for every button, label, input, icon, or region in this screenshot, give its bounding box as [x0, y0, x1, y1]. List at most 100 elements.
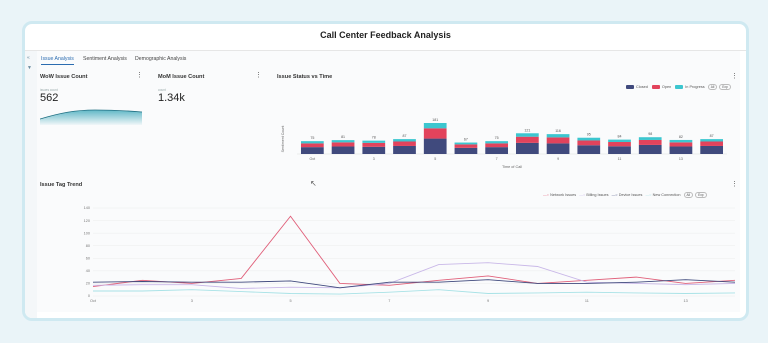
- bar-segment-open: [331, 142, 355, 147]
- bar-segment-closed: [423, 138, 447, 154]
- bar-segment-open: [700, 141, 724, 146]
- line-y-tick-label: 140: [84, 206, 90, 210]
- bar-segment-in-progress: [608, 139, 631, 143]
- bar-x-axis-title: Time of Call: [502, 165, 522, 169]
- bar-segment-in-progress: [546, 134, 570, 138]
- tab-demographic-analysis[interactable]: Demographic Analysis: [135, 56, 186, 62]
- bar-total-label: 87: [710, 134, 714, 138]
- status-all-button[interactable]: All: [707, 84, 718, 90]
- line-series-new-connection: [93, 289, 736, 295]
- line-y-tick-label: 120: [84, 219, 90, 223]
- bar-segment-in-progress: [577, 137, 601, 141]
- bar-segment-in-progress: [300, 141, 324, 144]
- legend-billing-marker: —○: [579, 193, 586, 197]
- line-series-network-issues: [92, 215, 736, 288]
- bar-segment-in-progress: [515, 133, 539, 137]
- bar-segment-closed: [546, 143, 570, 154]
- bar-total-label: 81: [341, 135, 345, 139]
- bar-total-label: 95: [587, 133, 591, 137]
- bar-segment-closed: [515, 142, 539, 154]
- bar-segment-closed: [454, 147, 478, 154]
- status-menu-icon[interactable]: ⋮: [731, 73, 738, 80]
- bar-total-label: 87: [403, 134, 407, 138]
- wow-sparkline: [40, 109, 142, 125]
- legend-device-marker: —○: [611, 193, 618, 197]
- bar-total-label: 67: [464, 138, 468, 142]
- sidebar: « ▼: [25, 51, 37, 318]
- dashboard-window: Call Center Feedback Analysis « ▼ Issue …: [22, 21, 749, 321]
- bar-segment-in-progress: [423, 123, 447, 129]
- wow-menu-icon[interactable]: ⋮: [136, 72, 143, 79]
- bar-segment-closed: [485, 147, 509, 154]
- status-bar-chart: 75 Oct 81 78 3 87 181 5 67 75 7 121 116 9 95 84 11 98 82 13…: [281, 118, 727, 169]
- bar-segment-in-progress: [362, 140, 386, 143]
- bar-segment-in-progress: [331, 140, 355, 143]
- bar-x-tick-label: 5: [434, 157, 436, 161]
- trend-line-chart: 0 20 40 60 80 100 120 140 Oct 3 5 7 9 11 13: [84, 206, 736, 303]
- line-y-tick-label: 0: [88, 294, 90, 298]
- trend-all-button[interactable]: All: [683, 192, 694, 198]
- legend-closed[interactable]: Closed: [626, 85, 648, 89]
- mom-card-title: MoM Issue Count: [158, 74, 205, 80]
- legend-network-marker: —○: [543, 193, 550, 197]
- line-y-tick-label: 20: [86, 282, 90, 286]
- bar-segment-open: [546, 137, 570, 144]
- bar-segment-closed: [362, 146, 386, 154]
- legend-in-progress[interactable]: In Progress: [675, 85, 705, 89]
- bar-x-tick-label: 11: [618, 157, 622, 161]
- bar-segment-closed: [300, 147, 324, 154]
- bar-segment-in-progress: [393, 139, 416, 142]
- bar-total-label: 78: [372, 136, 376, 140]
- bar-segment-open: [423, 128, 447, 139]
- trend-chart-title: Issue Tag Trend: [40, 182, 83, 188]
- legend-in-progress-swatch: [675, 85, 684, 89]
- line-y-tick-label: 100: [84, 231, 90, 235]
- bar-segment-open: [393, 141, 416, 146]
- bar-segment-in-progress: [485, 141, 509, 144]
- mom-menu-icon[interactable]: ⋮: [255, 72, 262, 79]
- collapse-icon[interactable]: «: [27, 55, 30, 61]
- bar-total-label: 98: [648, 132, 652, 136]
- legend-billing[interactable]: —○ Billing Issues: [579, 193, 608, 197]
- line-y-tick-label: 40: [86, 269, 90, 273]
- line-x-tick-label: 5: [289, 299, 291, 303]
- bar-total-label: 82: [679, 135, 683, 139]
- bar-x-tick-label: Oct: [310, 157, 316, 161]
- line-x-tick-label: Oct: [90, 299, 97, 303]
- status-chart-title: Issue Status vs Time: [277, 74, 333, 80]
- line-x-tick-label: 9: [487, 299, 489, 303]
- trend-export-button[interactable]: Exp: [695, 192, 707, 198]
- legend-open[interactable]: Open: [651, 85, 671, 89]
- legend-network[interactable]: —○ Network Issues: [543, 193, 576, 197]
- bar-x-tick-label: 9: [557, 157, 559, 161]
- trend-legend: —○ Network Issues —○ Billing Issues —○ D…: [543, 192, 707, 198]
- bar-x-tick-label: 7: [496, 157, 498, 161]
- tab-issue-analysis[interactable]: Issue Analysis: [41, 56, 74, 65]
- bar-segment-open: [454, 144, 478, 148]
- bar-segment-open: [485, 143, 509, 148]
- bar-segment-open: [515, 136, 539, 143]
- bar-segment-closed: [577, 145, 601, 154]
- bar-segment-open: [608, 142, 631, 147]
- bar-segment-closed: [393, 145, 416, 154]
- tab-sentiment-analysis[interactable]: Sentiment Analysis: [83, 56, 127, 62]
- trend-menu-icon[interactable]: ⋮: [731, 181, 738, 188]
- bar-segment-open: [669, 142, 693, 147]
- wow-card-title: WoW Issue Count: [40, 74, 88, 80]
- bar-segment-closed: [331, 146, 355, 154]
- line-x-tick-label: 13: [683, 299, 687, 303]
- bar-total-label: 181: [432, 118, 438, 122]
- mom-value: 1.34k: [158, 92, 185, 104]
- line-x-tick-label: 11: [585, 299, 589, 303]
- bar-segment-closed: [700, 145, 724, 154]
- legend-device[interactable]: —○ Device Issues: [612, 193, 643, 197]
- legend-new-connection[interactable]: —○ New Connection: [645, 193, 680, 197]
- line-y-tick-label: 80: [86, 244, 90, 248]
- bar-segment-in-progress: [454, 142, 478, 145]
- bar-segment-in-progress: [700, 139, 724, 142]
- wow-value: 562: [40, 92, 59, 104]
- bar-total-label: 121: [524, 128, 530, 132]
- filter-icon[interactable]: ▼: [27, 65, 32, 71]
- status-export-button[interactable]: Exp: [719, 84, 731, 90]
- bar-total-label: 84: [618, 135, 622, 139]
